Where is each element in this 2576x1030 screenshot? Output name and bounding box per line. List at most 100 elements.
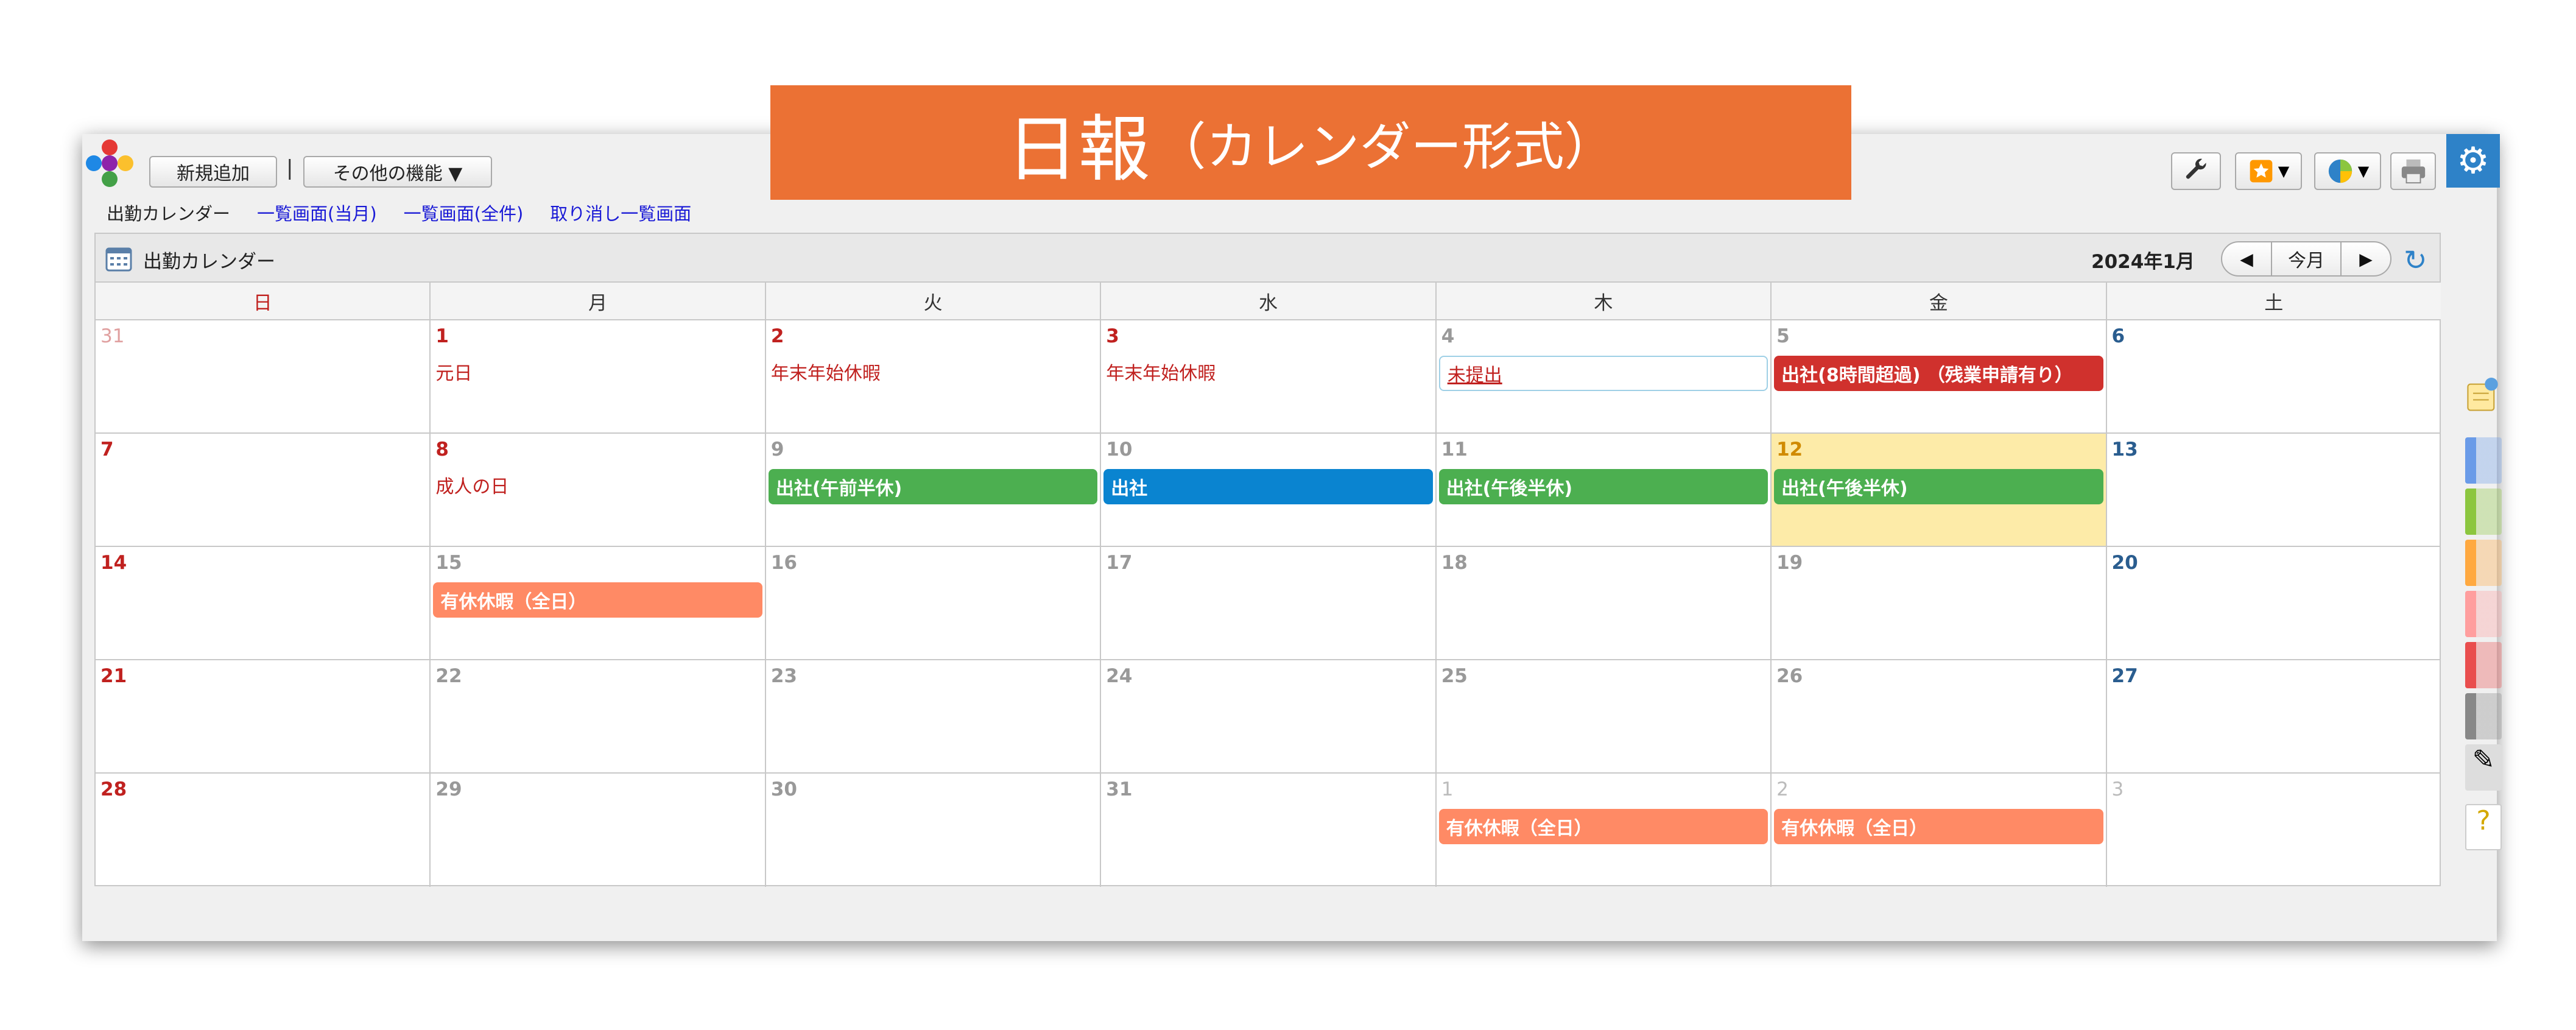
calendar-day-cell[interactable]: 30 (766, 774, 1102, 887)
tab-2[interactable]: 一覧画面(全件) (404, 200, 524, 225)
weekday-header-cell: 月 (431, 283, 766, 319)
gear-button[interactable]: ⚙ (2446, 134, 2500, 188)
calendar-day-cell[interactable]: 14 (96, 547, 431, 659)
gear-icon: ⚙ (2457, 139, 2490, 182)
attendance-event[interactable]: 出社(午前半休) (768, 469, 1098, 504)
calendar-day-cell[interactable]: 28 (96, 774, 431, 887)
day-number: 6 (2111, 325, 2125, 347)
calendar-day-cell[interactable]: 8 成人の日 (431, 434, 766, 546)
calendar-day-cell[interactable]: 21 (96, 660, 431, 772)
weekday-header-cell: 火 (766, 283, 1102, 319)
pencil-icon[interactable]: ✎ (2465, 744, 2502, 791)
tab-1[interactable]: 一覧画面(当月) (257, 200, 377, 225)
calendar-week-row: 28 29 30 31 1 有休休暇（全日） 2 有休休暇（全日） 3 (96, 774, 2441, 887)
refresh-icon[interactable]: ↻ (2404, 244, 2427, 277)
calendar-day-cell[interactable]: 25 (1437, 660, 1772, 772)
attendance-event[interactable]: 有休休暇（全日） (1774, 809, 2103, 844)
calendar-day-cell[interactable]: 20 (2107, 547, 2441, 659)
more-functions-button[interactable]: その他の機能 ▼ (303, 156, 492, 188)
print-button[interactable] (2390, 152, 2436, 190)
attendance-event[interactable]: 有休休暇（全日） (1438, 809, 1768, 844)
calendar-day-cell[interactable]: 9 出社(午前半休) (766, 434, 1102, 546)
color-swatch[interactable] (2465, 437, 2502, 484)
calendar-day-cell[interactable]: 6 (2107, 320, 2441, 432)
calendar-panel: 出勤カレンダー 2024年1月 ◀ 今月 ▶ ↻ 日月火水木金土 31 1 元日 2 年… (94, 233, 2441, 887)
calendar-day-cell[interactable]: 11 出社(午後半休) (1437, 434, 1772, 546)
calendar-day-cell[interactable]: 2 有休休暇（全日） (1772, 774, 2107, 887)
day-number: 16 (770, 552, 797, 574)
calendar-day-cell[interactable]: 22 (431, 660, 766, 772)
color-swatch[interactable] (2465, 540, 2502, 586)
settings-button[interactable] (2171, 152, 2221, 190)
calendar-day-cell[interactable]: 4 未提出 (1437, 320, 1772, 432)
weekday-header-cell: 水 (1101, 283, 1437, 319)
calendar-day-cell[interactable]: 10 出社 (1101, 434, 1437, 546)
calendar-day-cell[interactable]: 17 (1101, 547, 1437, 659)
calendar-day-cell[interactable]: 27 (2107, 660, 2441, 772)
calendar-day-cell[interactable]: 18 (1437, 547, 1772, 659)
day-number: 3 (1106, 325, 1119, 347)
favorites-button[interactable]: ▼ (2235, 152, 2302, 190)
month-navigation: ◀ 今月 ▶ (2221, 241, 2391, 277)
calendar-day-cell[interactable]: 13 (2107, 434, 2441, 546)
day-number: 2 (770, 325, 784, 347)
calendar-day-cell[interactable]: 12 出社(午後半休) (1772, 434, 2107, 546)
calendar-day-cell[interactable]: 1 元日 (431, 320, 766, 432)
calendar-day-cell[interactable]: 1 有休休暇（全日） (1437, 774, 1772, 887)
calendar-day-cell[interactable]: 15 有休休暇（全日） (431, 547, 766, 659)
calendar-day-cell[interactable]: 26 (1772, 660, 2107, 772)
prev-month-button[interactable]: ◀ (2222, 242, 2271, 275)
calendar-day-cell[interactable]: 7 (96, 434, 431, 546)
calendar-day-cell[interactable]: 3 年末年始休暇 (1101, 320, 1437, 432)
day-number: 1 (1441, 778, 1454, 800)
day-number: 2 (1776, 778, 1789, 800)
calendar-day-cell[interactable]: 31 (1101, 774, 1437, 887)
calendar-day-cell[interactable]: 23 (766, 660, 1102, 772)
weekday-header-cell: 日 (96, 283, 431, 319)
day-number: 19 (1776, 552, 1803, 574)
color-swatch[interactable] (2465, 693, 2502, 739)
day-number: 7 (100, 439, 114, 460)
star-icon (2250, 160, 2273, 183)
day-number: 31 (1106, 778, 1133, 800)
day-number: 22 (435, 665, 462, 687)
day-number: 30 (770, 778, 797, 800)
attendance-event[interactable]: 有休休暇（全日） (433, 582, 762, 618)
calendar-day-cell[interactable]: 24 (1101, 660, 1437, 772)
calendar-day-cell[interactable]: 3 (2107, 774, 2441, 887)
day-number: 15 (435, 552, 462, 574)
day-number: 17 (1106, 552, 1133, 574)
calendar-day-cell[interactable]: 31 (96, 320, 431, 432)
attendance-event[interactable]: 出社(8時間超過) （残業申請有り） (1774, 356, 2103, 391)
day-number: 28 (100, 778, 127, 800)
tab-0[interactable]: 出勤カレンダー (107, 200, 230, 225)
current-month-button[interactable]: 今月 (2271, 242, 2342, 275)
tab-3[interactable]: 取り消し一覧画面 (550, 200, 691, 225)
calendar-day-cell[interactable]: 19 (1772, 547, 2107, 659)
calendar-day-cell[interactable]: 5 出社(8時間超過) （残業申請有り） (1772, 320, 2107, 432)
weekday-header: 日月火水木金 土 (96, 283, 2441, 320)
color-swatch[interactable] (2465, 642, 2502, 688)
color-swatch[interactable] (2465, 591, 2502, 637)
color-swatch[interactable] (2465, 489, 2502, 535)
calendar-day-cell[interactable]: 29 (431, 774, 766, 887)
day-number: 29 (435, 778, 462, 800)
attendance-event[interactable]: 未提出 (1438, 356, 1768, 391)
triangle-right-icon: ▶ (2359, 249, 2373, 269)
memo-icon[interactable] (2466, 378, 2498, 414)
attendance-event[interactable]: 出社 (1103, 469, 1433, 504)
attendance-event[interactable]: 出社(午後半休) (1438, 469, 1768, 504)
app-logo-icon (86, 139, 133, 187)
day-number: 12 (1776, 439, 1803, 460)
calendar-day-cell[interactable]: 2 年末年始休暇 (766, 320, 1102, 432)
next-month-button[interactable]: ▶ (2342, 242, 2390, 275)
attendance-event[interactable]: 出社(午後半休) (1774, 469, 2103, 504)
view-tabs: 出勤カレンダー 一覧画面(当月) 一覧画面(全件) 取り消し一覧画面 (107, 200, 691, 225)
day-number: 26 (1776, 665, 1803, 687)
calendar-title: 出勤カレンダー (143, 251, 275, 273)
help-icon[interactable]: ? (2465, 804, 2502, 850)
chart-button[interactable]: ▼ (2314, 152, 2381, 190)
weekday-header-cell: 土 (2264, 292, 2284, 314)
new-record-button[interactable]: 新規追加 (149, 156, 277, 188)
calendar-day-cell[interactable]: 16 (766, 547, 1102, 659)
